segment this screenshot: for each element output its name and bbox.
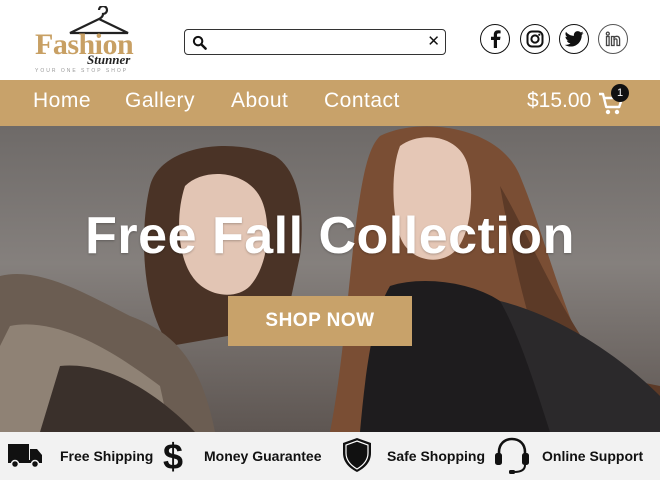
facebook-link[interactable] [480,24,510,54]
linkedin-icon [605,31,621,47]
nav-gallery[interactable]: Gallery [125,89,195,113]
shop-now-button[interactable]: SHOP NOW [228,296,412,346]
shield-icon [343,438,371,472]
twitter-link[interactable] [559,24,589,54]
twitter-icon [564,31,584,47]
feature-safe-shopping: Safe Shopping [387,448,485,464]
linkedin-link[interactable] [598,24,628,54]
search-box: ✕ [184,29,446,55]
brand-logo[interactable]: Fashion Stunner YOUR ONE STOP SHOP [28,6,158,76]
svg-text:$: $ [163,438,183,474]
feature-money-guarantee: Money Guarantee [204,448,322,464]
dollar-icon: $ [163,438,183,474]
site-header: Fashion Stunner YOUR ONE STOP SHOP ✕ [0,0,660,80]
feature-online-support: Online Support [542,448,644,464]
main-nav: Home Gallery About Contact $15.00 1 [0,80,660,126]
headset-icon [495,437,529,474]
hero-banner: Free Fall Collection SHOP NOW [0,126,660,432]
nav-home[interactable]: Home [33,89,91,113]
facebook-icon [491,30,501,48]
logo-tagline: YOUR ONE STOP SHOP [35,68,129,74]
hero-title: Free Fall Collection [85,207,575,265]
nav-contact[interactable]: Contact [324,89,400,113]
logo-text-stunner: Stunner [87,52,131,67]
feature-free-shipping: Free Shipping [60,448,154,464]
nav-about[interactable]: About [231,89,288,113]
instagram-link[interactable] [520,24,550,54]
search-icon[interactable] [192,35,207,50]
truck-icon [8,444,42,469]
cart-count-badge: 1 [611,84,629,102]
instagram-icon [526,30,544,48]
features-bar: Free Shipping $ Money Guarantee Safe Sho… [0,432,660,480]
clear-search-icon[interactable]: ✕ [427,33,440,51]
cart-total[interactable]: $15.00 [527,89,591,113]
search-input[interactable] [211,32,425,54]
hero-image [0,126,660,432]
